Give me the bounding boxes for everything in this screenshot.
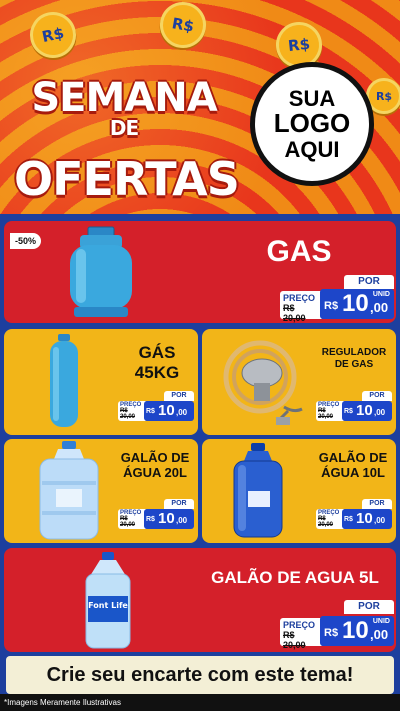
- product-name-line: GÁS: [138, 343, 176, 362]
- product-card-galao-5l[interactable]: Font Life GALÃO DE AGUA 5L POR PREÇO R$ …: [4, 548, 396, 652]
- product-card-galao-20l[interactable]: GALÃO DE ÁGUA 20L POR PREÇO R$ 20,00 R$ …: [4, 439, 198, 543]
- por-label: POR: [344, 275, 394, 289]
- price-integer: 10: [356, 510, 373, 527]
- current-price: R$ 10 ,00: [342, 509, 392, 529]
- product-card-galao-10l[interactable]: GALÃO DE ÁGUA 10L POR PREÇO R$ 20,00 R$ …: [202, 439, 396, 543]
- por-label: POR: [362, 499, 392, 509]
- current-price: R$ 10 ,00 UNID: [320, 616, 394, 646]
- discount-badge: -50%: [10, 233, 42, 249]
- unit-label: UNID: [372, 618, 390, 625]
- product-name: GALÃO DE ÁGUA 20L: [114, 450, 196, 481]
- cta-banner[interactable]: Crie seu encarte com este tema!: [6, 656, 394, 694]
- price-tag: POR PREÇO R$ 20,00 R$ 10 ,00: [118, 499, 194, 529]
- price-tag: POR PREÇO R$ 20,00 R$ 10 ,00: [118, 391, 194, 421]
- old-price: R$ 20,00: [318, 408, 334, 420]
- logo-text: SUA: [288, 86, 336, 112]
- gas-cylinder-icon: [66, 225, 136, 320]
- price-tag: POR PREÇO R$ 20,00 R$ 10 ,00 UNID: [280, 600, 394, 650]
- gas-regulator-icon: [214, 333, 312, 431]
- tall-gas-cylinder-icon: [44, 333, 84, 431]
- price-integer: 10: [342, 290, 369, 317]
- old-price: R$ 20,00: [318, 516, 334, 528]
- product-name-line: ÁGUA 20L: [123, 464, 187, 480]
- product-name-line: DE GAS: [334, 358, 374, 370]
- product-name-line: 45KG: [134, 362, 180, 382]
- currency-symbol: R$: [344, 516, 353, 523]
- por-label: POR: [344, 600, 394, 614]
- disclaimer-note: *Imagens Meramente Ilustrativas: [4, 698, 121, 707]
- hero-banner: R$ R$ R$ R$ SEMANA DE OFERTAS SUA LOGO A…: [0, 0, 400, 214]
- currency-symbol: R$: [146, 408, 155, 415]
- old-price: R$ 20,00: [120, 408, 136, 420]
- product-card-gas-45kg[interactable]: GÁS 45KG POR PREÇO R$ 20,00 R$ 10 ,00: [4, 329, 198, 435]
- price-integer: 10: [158, 510, 175, 527]
- product-name-line: GALÃO DE: [318, 450, 388, 465]
- price-tag: POR PREÇO R$ 20,00 R$ 10 ,00: [316, 391, 392, 421]
- title-line1: SEMANA: [31, 75, 217, 121]
- preco-label: PREÇO: [283, 620, 316, 630]
- water-bottle-5l-icon: Font Life: [80, 552, 136, 650]
- product-name: GAS: [266, 235, 332, 268]
- title-line1-small: DE: [109, 116, 139, 140]
- product-name-line: ÁGUA 10L: [321, 464, 385, 480]
- old-price: R$ 20,00: [283, 303, 306, 323]
- price-decimal: ,00: [176, 516, 188, 525]
- old-price-box: PREÇO R$ 20,00: [280, 291, 322, 323]
- price-decimal: ,00: [370, 627, 389, 642]
- unit-label: UNID: [372, 291, 390, 298]
- water-jug-20l-icon: [34, 441, 104, 541]
- logo-text: LOGO: [273, 108, 351, 139]
- old-price-box: PREÇO R$ 20,00: [316, 401, 344, 421]
- preco-label: PREÇO: [283, 293, 316, 303]
- price-decimal: ,00: [374, 516, 386, 525]
- price-decimal: ,00: [374, 408, 386, 417]
- price-integer: 10: [158, 402, 175, 419]
- product-name: GALÃO DE ÁGUA 10L: [312, 450, 394, 481]
- logo-text: AQUI: [284, 136, 340, 162]
- old-price-box: PREÇO R$ 20,00: [118, 509, 146, 529]
- currency-symbol: R$: [324, 627, 339, 639]
- price-decimal: ,00: [370, 300, 389, 315]
- product-name-line: REGULADOR: [321, 347, 387, 358]
- product-card-regulador[interactable]: REGULADOR DE GAS POR PREÇO R$ 20,00 R$ 1…: [202, 329, 396, 435]
- logo-placeholder[interactable]: SUA LOGO AQUI: [250, 62, 374, 186]
- product-name-line: GALÃO DE: [120, 450, 190, 465]
- price-integer: 10: [356, 402, 373, 419]
- price-tag: POR PREÇO R$ 20,00 R$ 10 ,00: [316, 499, 392, 529]
- current-price: R$ 10 ,00: [144, 509, 194, 529]
- product-card-gas[interactable]: -50% GAS POR PREÇO R$ 20,00 R$ 10 ,00 UN…: [4, 221, 396, 323]
- water-jug-10l-icon: [228, 443, 288, 539]
- old-price: R$ 20,00: [283, 630, 306, 650]
- price-decimal: ,00: [176, 408, 188, 417]
- price-integer: 10: [342, 617, 369, 644]
- currency-symbol: R$: [146, 516, 155, 523]
- bottle-brand: Font Life: [88, 601, 128, 610]
- old-price-box: PREÇO R$ 20,00: [316, 509, 344, 529]
- product-name: REGULADOR DE GAS: [314, 347, 394, 370]
- old-price-box: PREÇO R$ 20,00: [118, 401, 146, 421]
- current-price: R$ 10 ,00: [144, 401, 194, 421]
- product-name: GALÃO DE AGUA 5L: [211, 568, 379, 587]
- current-price: R$ 10 ,00 UNID: [320, 289, 394, 319]
- current-price: R$ 10 ,00: [342, 401, 392, 421]
- product-name: GÁS 45KG: [122, 343, 192, 382]
- por-label: POR: [362, 391, 392, 401]
- title-line2: OFERTAS: [14, 152, 240, 206]
- por-label: POR: [164, 391, 194, 401]
- price-tag: POR PREÇO R$ 20,00 R$ 10 ,00 UNID: [280, 275, 394, 323]
- page-title: SEMANA DE OFERTAS: [14, 75, 240, 206]
- currency-symbol: R$: [344, 408, 353, 415]
- old-price-box: PREÇO R$ 20,00: [280, 618, 322, 650]
- currency-symbol: R$: [324, 300, 339, 312]
- old-price: R$ 20,00: [120, 516, 136, 528]
- por-label: POR: [164, 499, 194, 509]
